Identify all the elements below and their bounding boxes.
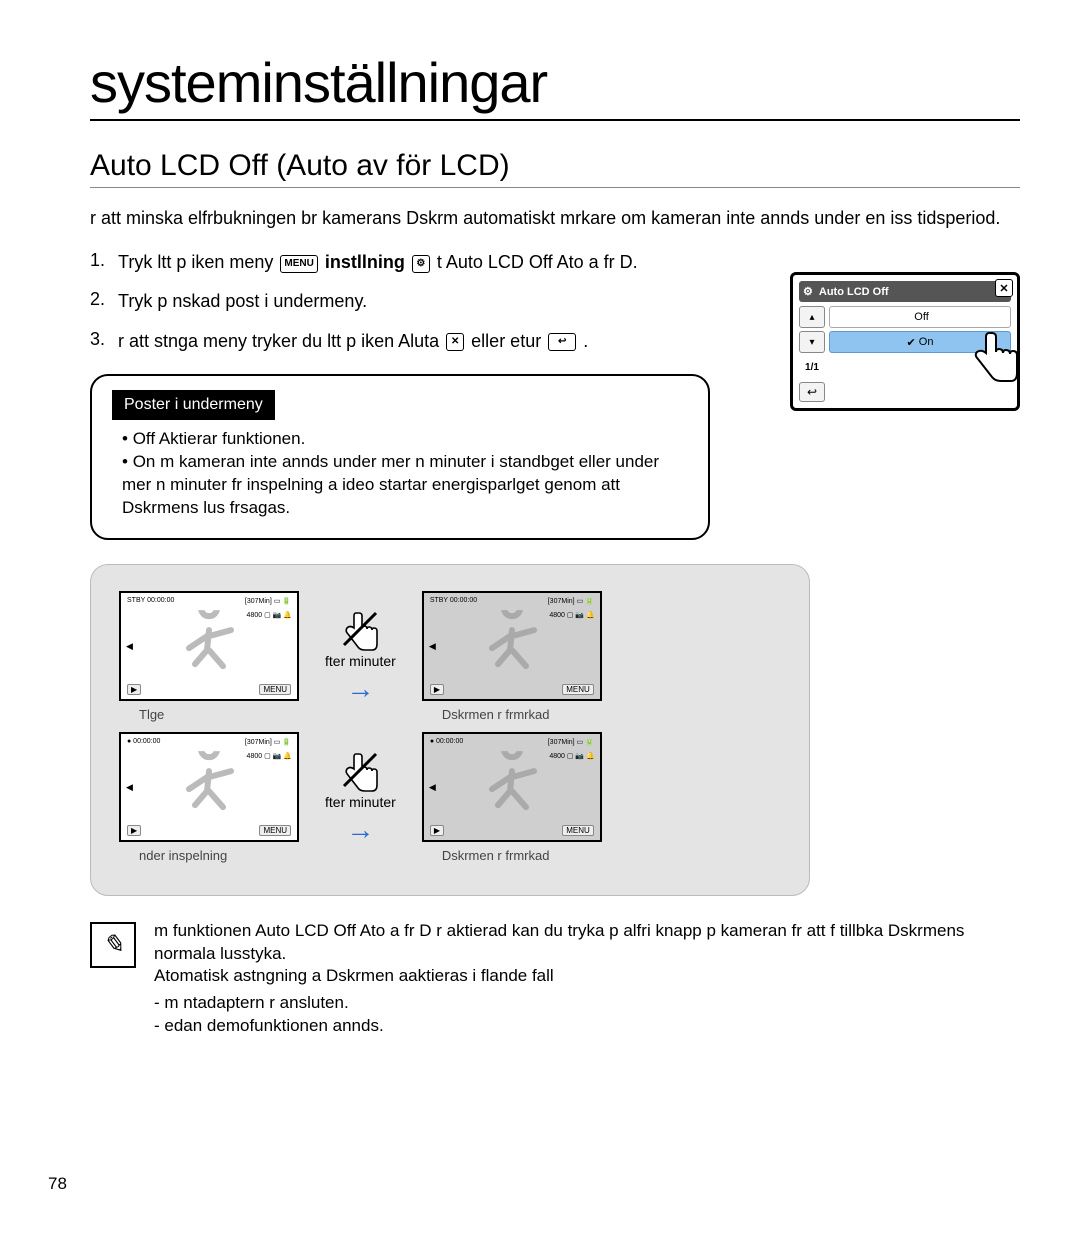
submenu-item: On m kameran inte annds under mer n minu… <box>122 451 688 520</box>
screen-dimmed: ● 00:00:00[307Min] ▭ 🔋 4800 ▢ 📷 🔔 ◀ ▶ ME… <box>422 732 602 842</box>
menu-icon: MENU <box>280 255 317 273</box>
return-button[interactable]: ↩ <box>799 382 825 402</box>
screen-dimmed: STBY 00:00:00[307Min] ▭ 🔋 4800 ▢ 📷 🔔 ◀ ▶… <box>422 591 602 701</box>
close-icon[interactable]: ✕ <box>995 279 1013 297</box>
caption: Dskrmen r frmrkad <box>422 707 550 722</box>
menu-item-on[interactable]: ✔ On <box>829 331 1011 353</box>
submenu-header: Poster i undermeny <box>112 390 275 420</box>
menu-screenshot: ⚙ Auto LCD Off ✕ ▴ ▾ 1/1 Off ✔ On ↩ <box>790 272 1020 411</box>
note-item: edan demofunktionen annds. <box>168 1015 1020 1038</box>
diagram-box: STBY 00:00:00[307Min] ▭ 🔋 4800 ▢ 📷 🔔 ◀ ▶… <box>90 564 810 896</box>
caption: Dskrmen r frmrkad <box>422 848 550 863</box>
gear-icon: ⚙ <box>803 285 813 298</box>
screen-recording: ● 00:00:00[307Min] ▭ 🔋 4800 ▢ 📷 🔔 ◀ ▶ ME… <box>119 732 299 842</box>
section-subtitle: Auto LCD Off (Auto av för LCD) <box>90 149 1020 188</box>
menu-header: ⚙ Auto LCD Off ✕ <box>799 281 1011 302</box>
play-icon: ▶ <box>127 684 141 695</box>
submenu-item: Off Aktierar funktionen. <box>122 428 688 451</box>
note-section: ✎ m funktionen Auto LCD Off Ato a fr D r… <box>90 920 1020 1039</box>
page-number: 78 <box>48 1174 67 1194</box>
menu-title: Auto LCD Off <box>819 286 889 298</box>
delay-label: fter minuter <box>325 794 396 810</box>
caption: nder inspelning <box>119 848 227 863</box>
step-number: 3. <box>90 329 118 350</box>
gear-icon: ⚙ <box>412 255 430 273</box>
menu-item-off[interactable]: Off <box>829 306 1011 328</box>
caption: Tlge <box>119 707 164 722</box>
intro-text: r att minska elfrbukningen br kamerans D… <box>90 206 1020 230</box>
close-icon: ✕ <box>446 333 464 351</box>
no-touch-icon <box>338 607 382 651</box>
arrow-right-icon: → <box>346 814 374 846</box>
arrow-right-icon: → <box>346 673 374 705</box>
submenu-box: Poster i undermeny Off Aktierar funktion… <box>90 374 710 540</box>
note-icon: ✎ <box>90 922 136 968</box>
page-title: systeminställningar <box>90 50 1020 121</box>
step-number: 1. <box>90 250 118 271</box>
note-item: m ntadaptern r ansluten. <box>168 992 1020 1015</box>
menu-icon: MENU <box>259 684 291 695</box>
delay-label: fter minuter <box>325 653 396 669</box>
no-touch-icon <box>338 748 382 792</box>
scroll-up-button[interactable]: ▴ <box>799 306 825 328</box>
return-icon: ↩ <box>548 333 576 351</box>
page-indicator: 1/1 <box>799 356 825 378</box>
step-number: 2. <box>90 289 118 310</box>
screen-standby: STBY 00:00:00[307Min] ▭ 🔋 4800 ▢ 📷 🔔 ◀ ▶… <box>119 591 299 701</box>
scroll-down-button[interactable]: ▾ <box>799 331 825 353</box>
